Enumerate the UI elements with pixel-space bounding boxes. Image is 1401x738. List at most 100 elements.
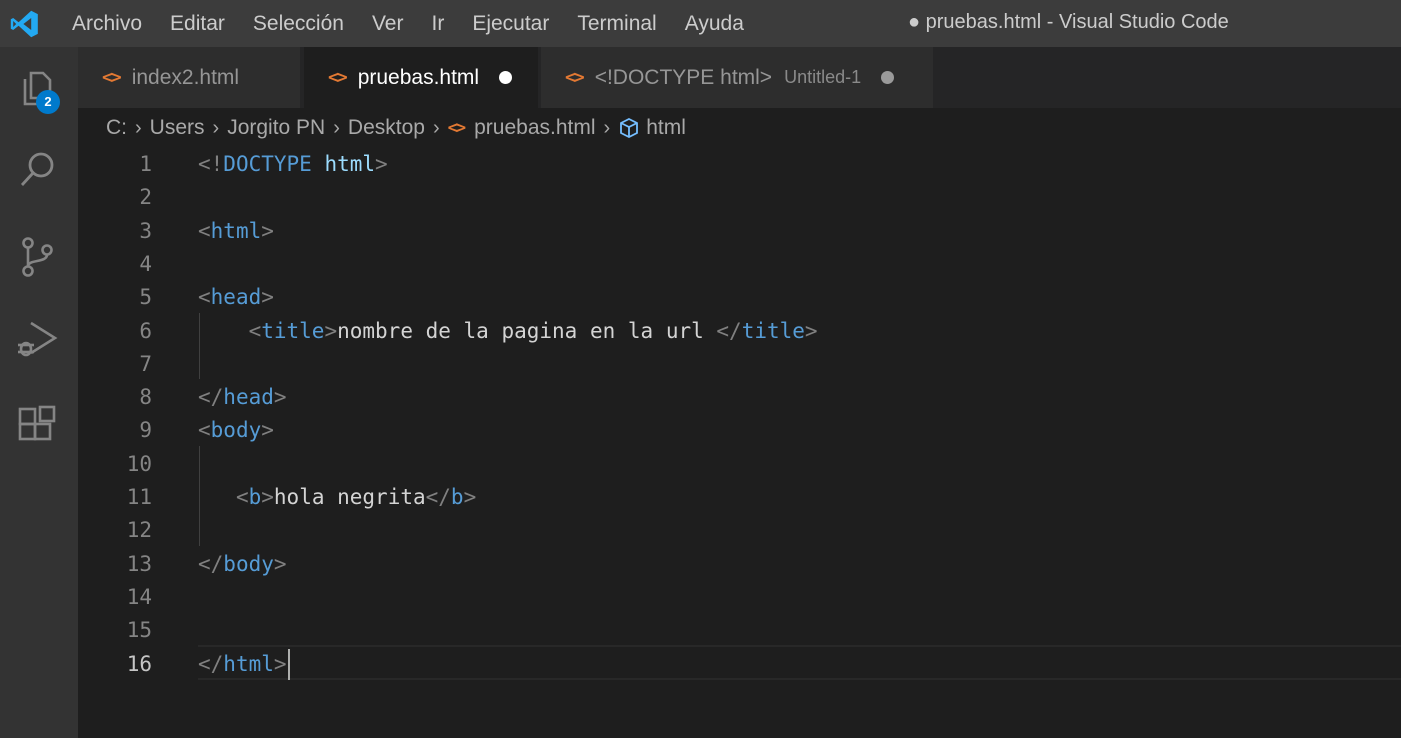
- code-token: </: [198, 385, 224, 410]
- run-debug-icon[interactable]: [13, 315, 61, 363]
- code-token: body: [223, 551, 274, 576]
- line-number: 15: [126, 618, 152, 643]
- menu-ir[interactable]: Ir: [417, 0, 458, 47]
- code-line[interactable]: 8 </head>: [78, 381, 1401, 414]
- code-line[interactable]: 4: [78, 248, 1401, 281]
- tab-index2-html[interactable]: <> index2.html: [78, 47, 300, 108]
- code-token: >: [273, 551, 287, 576]
- code-token: <: [248, 318, 262, 343]
- code-token: hola negrita: [273, 485, 426, 509]
- line-number: 10: [126, 451, 152, 476]
- code-token: >: [804, 318, 818, 343]
- breadcrumb-item[interactable]: C:: [106, 116, 127, 140]
- line-number: 14: [126, 584, 152, 609]
- code-token: html: [210, 218, 262, 243]
- breadcrumb-item[interactable]: Jorgito PN: [227, 116, 325, 140]
- html-file-icon: <>: [447, 118, 467, 138]
- code-line[interactable]: 10: [78, 448, 1401, 481]
- code-token: title: [261, 318, 325, 343]
- code-token: >: [324, 318, 338, 343]
- code-token: >: [273, 385, 287, 410]
- code-line[interactable]: 16 </html>: [78, 648, 1401, 681]
- line-content: </body>: [198, 548, 287, 581]
- code-line[interactable]: 11 <b>hola negrita</b>: [78, 481, 1401, 514]
- text-cursor: [288, 648, 290, 680]
- code-token: >: [273, 651, 287, 676]
- code-token: >: [375, 152, 388, 176]
- code-line[interactable]: 7: [78, 348, 1401, 381]
- code-token: >: [463, 485, 477, 509]
- code-line[interactable]: 1 <!DOCTYPE html>: [78, 148, 1401, 181]
- extensions-icon[interactable]: [13, 401, 61, 449]
- code-token: title: [741, 318, 805, 343]
- breadcrumb-item[interactable]: Desktop: [348, 116, 425, 140]
- unsaved-dot-icon[interactable]: [881, 71, 895, 84]
- chevron-right-icon: ›: [432, 116, 440, 139]
- code-line[interactable]: 9 <body>: [78, 414, 1401, 447]
- code-editor[interactable]: 1 <!DOCTYPE html> 2 3 <html> 4 5 <head> 6 <title…: [78, 148, 1401, 738]
- code-line[interactable]: 6 <title>nombre de la pagina en la url <…: [78, 315, 1401, 348]
- chevron-right-icon: ›: [212, 116, 220, 139]
- menu-bar: Archivo Editar Selección Ver Ir Ejecutar…: [58, 0, 758, 47]
- code-token: </: [198, 551, 224, 576]
- tab-untitled-1[interactable]: <> <!DOCTYPE html> Untitled-1: [541, 47, 933, 108]
- menu-archivo[interactable]: Archivo: [58, 0, 156, 47]
- code-token: html: [324, 152, 376, 176]
- line-content: <!DOCTYPE html>: [198, 148, 388, 181]
- menu-ver[interactable]: Ver: [358, 0, 418, 47]
- symbol-element-icon: [618, 117, 640, 139]
- unsaved-dot-icon[interactable]: [499, 71, 513, 84]
- code-line[interactable]: 12: [78, 514, 1401, 547]
- window-title: ● pruebas.html - Visual Studio Code: [908, 11, 1229, 33]
- menu-seleccion[interactable]: Selección: [239, 0, 358, 47]
- code-token: b: [450, 485, 464, 509]
- menu-editar[interactable]: Editar: [156, 0, 239, 47]
- menu-ejecutar[interactable]: Ejecutar: [458, 0, 563, 47]
- html-file-icon: <>: [565, 67, 585, 88]
- code-line[interactable]: 3 <html>: [78, 215, 1401, 248]
- menu-terminal[interactable]: Terminal: [563, 0, 670, 47]
- code-token: </: [425, 485, 451, 509]
- breadcrumb-item[interactable]: pruebas.html: [474, 116, 595, 140]
- menu-ayuda[interactable]: Ayuda: [671, 0, 758, 47]
- code-token: <: [235, 485, 249, 509]
- html-file-icon: <>: [328, 67, 348, 88]
- code-line[interactable]: 5 <head>: [78, 281, 1401, 314]
- html-file-icon: <>: [102, 67, 122, 88]
- line-number: 9: [139, 418, 152, 443]
- code-line[interactable]: 14: [78, 581, 1401, 614]
- line-number: 11: [126, 485, 152, 509]
- line-number: 7: [139, 351, 152, 376]
- chevron-right-icon: ›: [135, 116, 142, 139]
- explorer-badge: 2: [36, 90, 60, 114]
- code-token: >: [261, 218, 274, 243]
- code-token: </: [198, 651, 224, 676]
- code-token: body: [210, 418, 262, 443]
- code-token: head: [223, 385, 274, 410]
- code-token: <: [198, 418, 211, 443]
- search-icon[interactable]: [13, 146, 61, 194]
- line-content: <title>nombre de la pagina en la url </t…: [198, 315, 818, 348]
- code-token: <: [198, 218, 211, 243]
- code-token: >: [261, 285, 274, 310]
- breadcrumb-item[interactable]: Users: [150, 116, 205, 140]
- code-token: DOCTYPE: [223, 152, 312, 176]
- tab-pruebas-html[interactable]: <> pruebas.html: [304, 47, 538, 108]
- code-line[interactable]: 13 </body>: [78, 548, 1401, 581]
- code-token: html: [223, 651, 274, 676]
- line-number: 3: [139, 218, 152, 243]
- code-token: head: [210, 285, 262, 310]
- tab-label: index2.html: [131, 65, 240, 89]
- breadcrumb-item[interactable]: html: [646, 116, 686, 140]
- source-control-icon[interactable]: [13, 233, 61, 281]
- line-number: 8: [139, 385, 152, 410]
- code-token: b: [248, 485, 262, 509]
- vscode-logo-icon[interactable]: [0, 0, 48, 47]
- line-number: 1: [139, 152, 152, 176]
- code-line[interactable]: 2: [78, 181, 1401, 214]
- line-number: 6: [139, 318, 152, 343]
- line-number: 2: [139, 185, 152, 210]
- code-line[interactable]: 15: [78, 614, 1401, 647]
- chevron-right-icon: ›: [333, 116, 340, 139]
